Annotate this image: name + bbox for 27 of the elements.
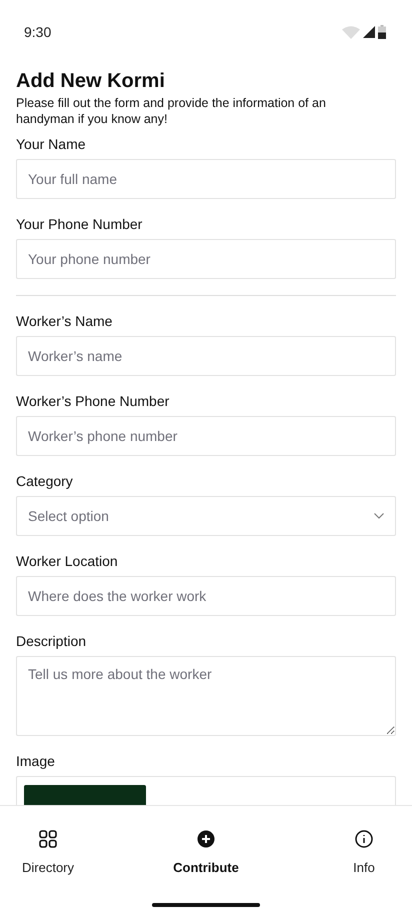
field-label: Worker’s Name	[16, 312, 114, 330]
text-field[interactable]: Your phone number	[16, 239, 396, 279]
nav-tab[interactable]: Info	[338, 830, 390, 917]
field-label: Worker Location	[16, 552, 119, 570]
grid-icon	[39, 830, 57, 848]
field-label: Worker’s Phone Number	[16, 392, 170, 410]
chevron-down-icon	[374, 513, 384, 519]
page-subtitle: Please fill out the form and provide the information of an handyman if you know any!	[16, 95, 327, 127]
text-field[interactable]: Worker’s name	[16, 336, 396, 376]
battery-icon	[378, 25, 386, 39]
text-field[interactable]: Your full name	[16, 159, 396, 199]
signal-icon	[363, 26, 375, 38]
description-field[interactable]: Tell us more about the worker	[16, 656, 396, 736]
field-label: Your Phone Number	[16, 215, 144, 233]
nav-tab[interactable]: Directory	[22, 830, 74, 917]
add-icon	[197, 830, 215, 848]
field-label: Your Name	[16, 135, 87, 153]
field-label: Image	[16, 752, 56, 770]
field-label: Category	[16, 472, 74, 490]
text-field[interactable]: Where does the worker work	[16, 576, 396, 616]
status-time: 9:30	[24, 24, 52, 40]
select-field[interactable]: Select option	[16, 496, 396, 536]
text-field[interactable]: Worker’s phone number	[16, 416, 396, 456]
field-label: Description	[16, 632, 88, 650]
info-icon	[355, 830, 373, 848]
wifi-icon	[342, 26, 360, 38]
page-title: Add New Kormi	[16, 70, 166, 93]
